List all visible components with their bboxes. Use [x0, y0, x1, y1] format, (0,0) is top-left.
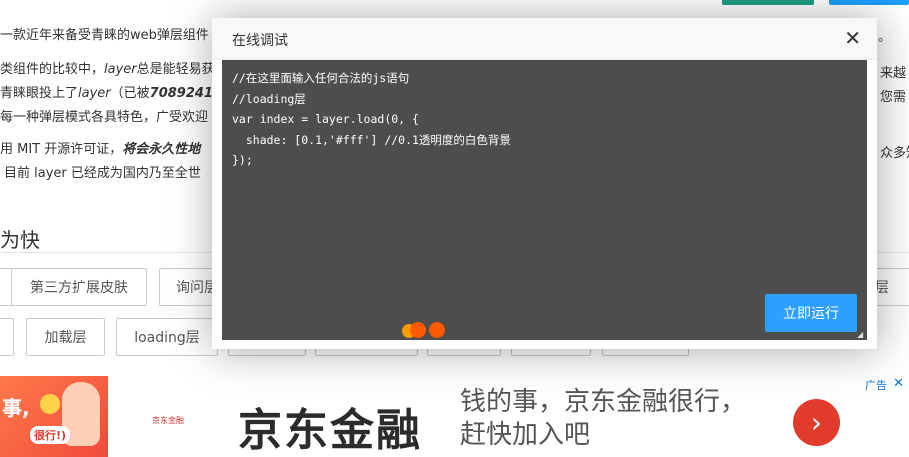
loading-indicator	[402, 322, 450, 340]
ad-image: 事, 很行!)	[0, 376, 108, 457]
loading-dot	[410, 322, 426, 338]
article-right-fragment-3: 您需	[880, 90, 907, 105]
ad-brand: 京东金融	[238, 405, 422, 456]
code-editor[interactable]: //在这里面输入任何合法的js语句 //loading层 var index =…	[222, 60, 867, 340]
top-blue-button[interactable]	[829, 0, 909, 5]
ad-banner[interactable]: 事, 很行!) 京东金融 京东金融 钱的事，京东金融很行，赶快加入吧 › 广告 …	[0, 376, 909, 457]
article-right-fragment-1: 。	[878, 30, 892, 45]
article-right-fragment-5: 众多知	[880, 146, 909, 161]
ad-close-icon[interactable]: ✕	[893, 376, 904, 391]
demo-button-partial-2[interactable]	[0, 318, 14, 356]
demo-button-loading[interactable]: loading层	[116, 318, 218, 356]
dialog-header: 在线调试 ✕	[212, 18, 877, 60]
coin-icon	[40, 394, 60, 414]
article-line-1: 一款近年来备受青睐的web弹层组件	[0, 28, 209, 43]
section-title: 为快	[0, 228, 40, 252]
article-right-fragment-2: 来越	[880, 66, 907, 81]
article-line-2: 类组件的比较中，layer总是能轻易获	[0, 62, 215, 77]
demo-button-theme[interactable]: 第三方扩展皮肤	[11, 268, 147, 306]
ad-image-text: 事,	[2, 396, 30, 420]
ad-logo: 京东金融	[152, 416, 184, 425]
ad-label: 广告	[865, 379, 887, 392]
resize-handle-icon[interactable]: ◢	[857, 331, 865, 339]
code-content[interactable]: //在这里面输入任何合法的js语句 //loading层 var index =…	[232, 68, 511, 171]
chevron-right-icon[interactable]: ›	[793, 399, 840, 446]
ad-image-pill: 很行!)	[30, 426, 71, 444]
debug-dialog: 在线调试 ✕ //在这里面输入任何合法的js语句 //loading层 var …	[212, 18, 877, 349]
article-line-6: 目前 layer 已经成为国内乃至全世	[4, 166, 201, 181]
ad-slogan: 钱的事，京东金融很行，赶快加入吧	[460, 387, 747, 450]
top-green-button[interactable]	[722, 0, 814, 5]
article-line-3: 青睐眼投上了layer（已被7089241	[0, 86, 213, 101]
article-line-4: 每一种弹层模式各具特色，广受欢迎	[0, 110, 209, 125]
dialog-title: 在线调试	[232, 33, 288, 49]
loading-dot	[429, 322, 445, 338]
article-line-5: 用 MIT 开源许可证，将会永久性地	[0, 142, 201, 157]
demo-button-load[interactable]: 加载层	[26, 318, 105, 356]
run-button[interactable]: 立即运行	[765, 294, 857, 332]
close-icon[interactable]: ✕	[844, 28, 861, 48]
